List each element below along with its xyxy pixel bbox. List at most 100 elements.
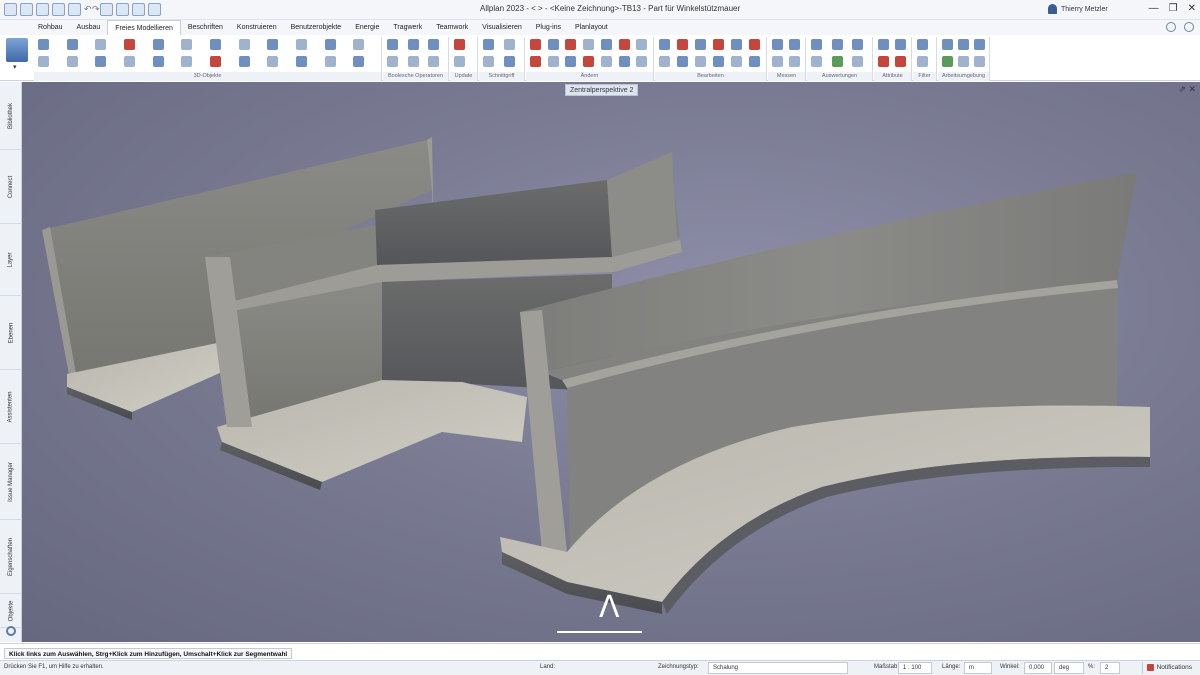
tool-icon[interactable] (123, 56, 135, 67)
tool-icon[interactable] (713, 39, 724, 50)
tool-icon[interactable] (565, 56, 577, 67)
tab-visualisieren[interactable]: Visualisieren (475, 20, 529, 35)
tool-icon[interactable] (504, 39, 515, 50)
tool-icon[interactable] (677, 39, 688, 50)
tool-icon[interactable] (942, 39, 953, 50)
tool-icon[interactable] (181, 56, 193, 67)
tab-rohbau[interactable]: Rohbau (31, 20, 70, 35)
new-file-icon[interactable] (20, 3, 33, 16)
tool-icon[interactable] (618, 39, 630, 50)
sidebar-item-eigenschaften[interactable]: Eigenschaften (0, 520, 22, 594)
minimize-button[interactable]: — (1149, 2, 1159, 16)
tool-icon[interactable] (547, 39, 559, 50)
tool-icon[interactable] (38, 56, 49, 67)
tool-icon[interactable] (749, 56, 760, 67)
tool-icon[interactable] (66, 56, 78, 67)
tool-icon[interactable] (454, 56, 465, 67)
view-icon[interactable] (100, 3, 113, 16)
tool-icon[interactable] (238, 39, 250, 50)
redo-icon[interactable]: ↷ (92, 3, 100, 16)
tool-icon[interactable] (895, 39, 906, 50)
tool-icon[interactable] (530, 56, 541, 67)
3d-viewport[interactable]: Λ (22, 82, 1200, 642)
angle-unit-field[interactable]: deg (1054, 662, 1084, 674)
delete-icon[interactable] (749, 39, 760, 50)
app-menu-icon[interactable] (4, 3, 17, 16)
sidebar-settings-icon[interactable] (6, 626, 16, 636)
tool-icon[interactable] (583, 56, 595, 67)
close-button[interactable]: ✕ (1188, 2, 1196, 16)
tool-icon[interactable] (974, 39, 985, 50)
tool-icon[interactable] (659, 56, 670, 67)
tools-icon[interactable] (132, 3, 145, 16)
tool-icon[interactable] (852, 56, 864, 67)
layout-icon[interactable] (116, 3, 129, 16)
tool-icon[interactable] (772, 56, 783, 67)
tool-icon[interactable] (677, 56, 688, 67)
tool-icon[interactable] (428, 39, 440, 50)
tool-icon[interactable] (942, 56, 953, 67)
tool-icon[interactable] (152, 39, 164, 50)
measure-icon[interactable] (772, 39, 783, 50)
tool-icon[interactable] (831, 56, 843, 67)
tool-icon[interactable] (547, 56, 559, 67)
print-icon[interactable] (68, 3, 81, 16)
tool-icon[interactable] (181, 39, 193, 50)
tool-icon[interactable] (958, 39, 969, 50)
tool-icon[interactable] (353, 56, 365, 67)
tool-icon[interactable] (152, 56, 164, 67)
tool-icon[interactable] (353, 39, 365, 50)
notifications-button[interactable]: Notifications (1141, 662, 1196, 674)
sidebar-item-issue-manager[interactable]: Issue Manager (0, 444, 22, 520)
tool-icon[interactable] (95, 56, 107, 67)
tool-icon[interactable] (659, 39, 670, 50)
open-file-icon[interactable] (36, 3, 49, 16)
tool-icon[interactable] (831, 39, 843, 50)
scale-field[interactable]: 1 : 100 (898, 662, 932, 674)
tool-icon[interactable] (695, 56, 706, 67)
tool-icon[interactable] (917, 56, 928, 67)
sidebar-item-ebenen[interactable]: Ebenen (0, 296, 22, 370)
tool-icon[interactable] (878, 39, 889, 50)
tool-icon[interactable] (123, 39, 135, 50)
tool-icon[interactable] (695, 39, 706, 50)
tab-beschriften[interactable]: Beschriften (181, 20, 230, 35)
settings-icon[interactable] (148, 3, 161, 16)
tab-tragwerk[interactable]: Tragwerk (386, 20, 429, 35)
tool-icon[interactable] (267, 39, 279, 50)
tool-icon[interactable] (618, 56, 630, 67)
tool-icon[interactable] (38, 39, 49, 50)
tool-icon[interactable] (878, 56, 889, 67)
tool-icon[interactable] (66, 39, 78, 50)
tool-icon[interactable] (387, 56, 398, 67)
tab-energie[interactable]: Energie (348, 20, 386, 35)
sidebar-item-connect[interactable]: Connect (0, 150, 22, 224)
tool-icon[interactable] (636, 39, 648, 50)
sidebar-item-layer[interactable]: Layer (0, 224, 22, 296)
filter-icon[interactable] (917, 39, 928, 50)
tool-icon[interactable] (428, 56, 440, 67)
angle-field[interactable]: 0,000 (1024, 662, 1052, 674)
help-icon[interactable] (1184, 22, 1194, 32)
sidebar-item-assistenten[interactable]: Assistenten (0, 370, 22, 444)
tool-icon[interactable] (583, 39, 595, 50)
tab-konstruieren[interactable]: Konstruieren (230, 20, 284, 35)
library-button-icon[interactable] (6, 38, 28, 62)
tool-icon[interactable] (713, 56, 724, 67)
update-icon[interactable] (454, 39, 465, 50)
tool-icon[interactable] (387, 39, 398, 50)
tab-benutzerobjekte[interactable]: Benutzerobjekte (284, 20, 349, 35)
chevron-down-icon[interactable]: ▾ (13, 63, 17, 71)
sidebar-item-objekte[interactable]: Objekte (0, 594, 22, 628)
tool-icon[interactable] (895, 56, 906, 67)
tool-icon[interactable] (530, 39, 541, 50)
sum-icon[interactable] (974, 56, 985, 67)
tool-icon[interactable] (324, 56, 336, 67)
tool-icon[interactable] (238, 56, 250, 67)
tool-icon[interactable] (811, 56, 822, 67)
tool-icon[interactable] (731, 39, 742, 50)
tab-freies-modellieren[interactable]: Freies Modellieren (107, 20, 181, 35)
tool-icon[interactable] (789, 56, 800, 67)
tool-icon[interactable] (600, 39, 612, 50)
save-icon[interactable] (52, 3, 65, 16)
